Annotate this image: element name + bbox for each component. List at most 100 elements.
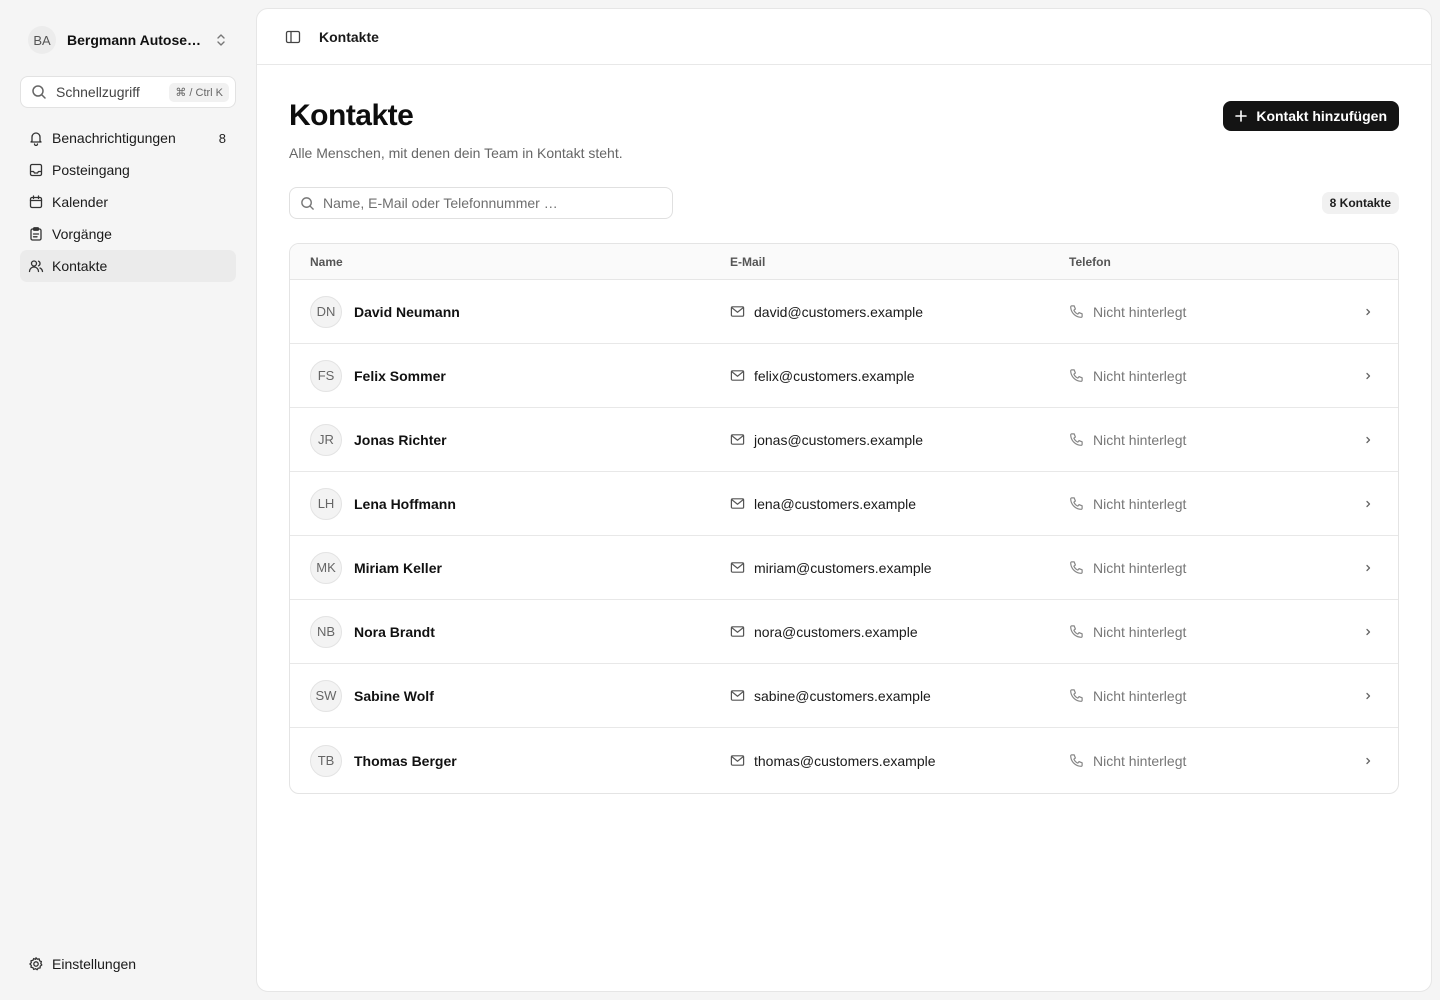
table-row[interactable]: SW Sabine Wolf sabine@customers.example … bbox=[290, 664, 1398, 728]
name-cell: LH Lena Hoffmann bbox=[290, 487, 710, 520]
phone-cell: Nicht hinterlegt bbox=[1049, 560, 1338, 576]
add-contact-button[interactable]: Kontakt hinzufügen bbox=[1223, 101, 1399, 131]
page-subtitle: Alle Menschen, mit denen dein Team in Ko… bbox=[289, 145, 623, 161]
contact-email[interactable]: miriam@customers.example bbox=[754, 560, 932, 576]
sidebar-item-contacts[interactable]: Kontakte bbox=[20, 250, 236, 282]
bell-icon bbox=[28, 130, 44, 146]
chevron-right-icon[interactable] bbox=[1338, 371, 1398, 381]
contact-email[interactable]: thomas@customers.example bbox=[754, 753, 936, 769]
avatar: MK bbox=[310, 551, 342, 584]
table-row[interactable]: LH Lena Hoffmann lena@customers.example … bbox=[290, 472, 1398, 536]
org-name: Bergmann Autose… bbox=[67, 32, 202, 48]
column-header-name[interactable]: Name bbox=[290, 255, 710, 269]
contact-phone: Nicht hinterlegt bbox=[1093, 687, 1187, 704]
calendar-icon bbox=[28, 194, 44, 210]
sidebar-item-label: Einstellungen bbox=[52, 956, 137, 972]
avatar: FS bbox=[310, 359, 342, 392]
sidebar-item-label: Vorgänge bbox=[52, 226, 112, 242]
phone-icon bbox=[1069, 753, 1084, 768]
avatar: LH bbox=[310, 487, 342, 520]
mail-icon bbox=[730, 688, 745, 703]
sidebar-item-inbox[interactable]: Posteingang bbox=[20, 154, 236, 186]
contact-email[interactable]: felix@customers.example bbox=[754, 368, 915, 384]
contacts-page: Kontakte Alle Menschen, mit denen dein T… bbox=[257, 65, 1431, 794]
sidebar-item-settings[interactable]: Einstellungen bbox=[20, 948, 236, 980]
phone-cell: Nicht hinterlegt bbox=[1049, 753, 1338, 769]
phone-icon bbox=[1069, 304, 1084, 319]
contact-name: Sabine Wolf bbox=[354, 687, 434, 704]
chevron-right-icon[interactable] bbox=[1338, 499, 1398, 509]
name-cell: MK Miriam Keller bbox=[290, 551, 710, 584]
table-row[interactable]: DN David Neumann david@customers.example… bbox=[290, 280, 1398, 344]
mail-icon bbox=[730, 753, 745, 768]
table-row[interactable]: NB Nora Brandt nora@customers.example Ni… bbox=[290, 600, 1398, 664]
table-row[interactable]: JR Jonas Richter jonas@customers.example… bbox=[290, 408, 1398, 472]
sidebar-item-label: Kontakte bbox=[52, 258, 108, 274]
column-header-phone[interactable]: Telefon bbox=[1049, 255, 1398, 269]
sidebar-item-notifications[interactable]: Benachrichtigungen 8 bbox=[20, 122, 236, 154]
phone-icon bbox=[1069, 560, 1084, 575]
keyboard-shortcut-hint: ⌘ / Ctrl K bbox=[169, 82, 229, 102]
email-cell: miriam@customers.example bbox=[710, 560, 1049, 576]
org-switcher[interactable]: BA Bergmann Autose… bbox=[20, 20, 236, 60]
contact-phone: Nicht hinterlegt bbox=[1093, 623, 1187, 640]
add-contact-label: Kontakt hinzufügen bbox=[1256, 108, 1387, 124]
phone-icon bbox=[1069, 624, 1084, 639]
top-bar: Kontakte bbox=[257, 9, 1431, 65]
name-cell: SW Sabine Wolf bbox=[290, 679, 710, 712]
inbox-icon bbox=[28, 162, 44, 178]
search-icon bbox=[31, 84, 47, 100]
contact-name: Thomas Berger bbox=[354, 752, 457, 769]
mail-icon bbox=[730, 368, 745, 383]
table-row[interactable]: MK Miriam Keller miriam@customers.exampl… bbox=[290, 536, 1398, 600]
gear-icon bbox=[28, 956, 44, 972]
contact-email[interactable]: sabine@customers.example bbox=[754, 688, 931, 704]
mail-icon bbox=[730, 432, 745, 447]
contact-search[interactable] bbox=[289, 187, 673, 219]
table-header: Name E-Mail Telefon bbox=[290, 244, 1398, 280]
contact-email[interactable]: jonas@customers.example bbox=[754, 432, 923, 448]
contact-email[interactable]: lena@customers.example bbox=[754, 496, 916, 512]
sidebar-item-label: Posteingang bbox=[52, 162, 130, 178]
contact-phone: Nicht hinterlegt bbox=[1093, 431, 1187, 448]
table-body: DN David Neumann david@customers.example… bbox=[290, 280, 1398, 793]
contact-name: Miriam Keller bbox=[354, 559, 442, 576]
chevron-right-icon[interactable] bbox=[1338, 756, 1398, 766]
chevron-right-icon[interactable] bbox=[1338, 307, 1398, 317]
contact-phone: Nicht hinterlegt bbox=[1093, 752, 1187, 769]
contacts-table: Name E-Mail Telefon DN David Neumann dav… bbox=[289, 243, 1399, 794]
mail-icon bbox=[730, 560, 745, 575]
email-cell: thomas@customers.example bbox=[710, 753, 1049, 769]
chevron-right-icon[interactable] bbox=[1338, 563, 1398, 573]
avatar: DN bbox=[310, 295, 342, 328]
contact-count-badge: 8 Kontakte bbox=[1321, 192, 1399, 214]
sidebar-nav: Benachrichtigungen 8 Posteingang Kalende… bbox=[20, 122, 236, 282]
email-cell: nora@customers.example bbox=[710, 624, 1049, 640]
name-cell: DN David Neumann bbox=[290, 295, 710, 328]
avatar: NB bbox=[310, 615, 342, 648]
chevron-right-icon[interactable] bbox=[1338, 435, 1398, 445]
phone-cell: Nicht hinterlegt bbox=[1049, 624, 1338, 640]
table-row[interactable]: TB Thomas Berger thomas@customers.exampl… bbox=[290, 728, 1398, 793]
sidebar: BA Bergmann Autose… Schnellzugriff ⌘ / C… bbox=[0, 0, 256, 1000]
contact-email[interactable]: david@customers.example bbox=[754, 304, 923, 320]
chevron-right-icon[interactable] bbox=[1338, 627, 1398, 637]
clipboard-icon bbox=[28, 226, 44, 242]
sidebar-item-processes[interactable]: Vorgänge bbox=[20, 218, 236, 250]
sidebar-toggle-icon[interactable] bbox=[285, 29, 301, 45]
phone-icon bbox=[1069, 432, 1084, 447]
chevron-right-icon[interactable] bbox=[1338, 691, 1398, 701]
main-panel: Kontakte Kontakte Alle Menschen, mit den… bbox=[256, 8, 1432, 992]
sidebar-item-label: Kalender bbox=[52, 194, 109, 210]
table-row[interactable]: FS Felix Sommer felix@customers.example … bbox=[290, 344, 1398, 408]
users-icon bbox=[28, 258, 44, 274]
mail-icon bbox=[730, 624, 745, 639]
sidebar-item-calendar[interactable]: Kalender bbox=[20, 186, 236, 218]
mail-icon bbox=[730, 496, 745, 511]
avatar: TB bbox=[310, 744, 342, 777]
plus-icon bbox=[1234, 109, 1248, 123]
column-header-email[interactable]: E-Mail bbox=[710, 255, 1049, 269]
contact-email[interactable]: nora@customers.example bbox=[754, 624, 918, 640]
search-input[interactable] bbox=[323, 195, 662, 211]
quick-access-search[interactable]: Schnellzugriff ⌘ / Ctrl K bbox=[20, 76, 236, 108]
